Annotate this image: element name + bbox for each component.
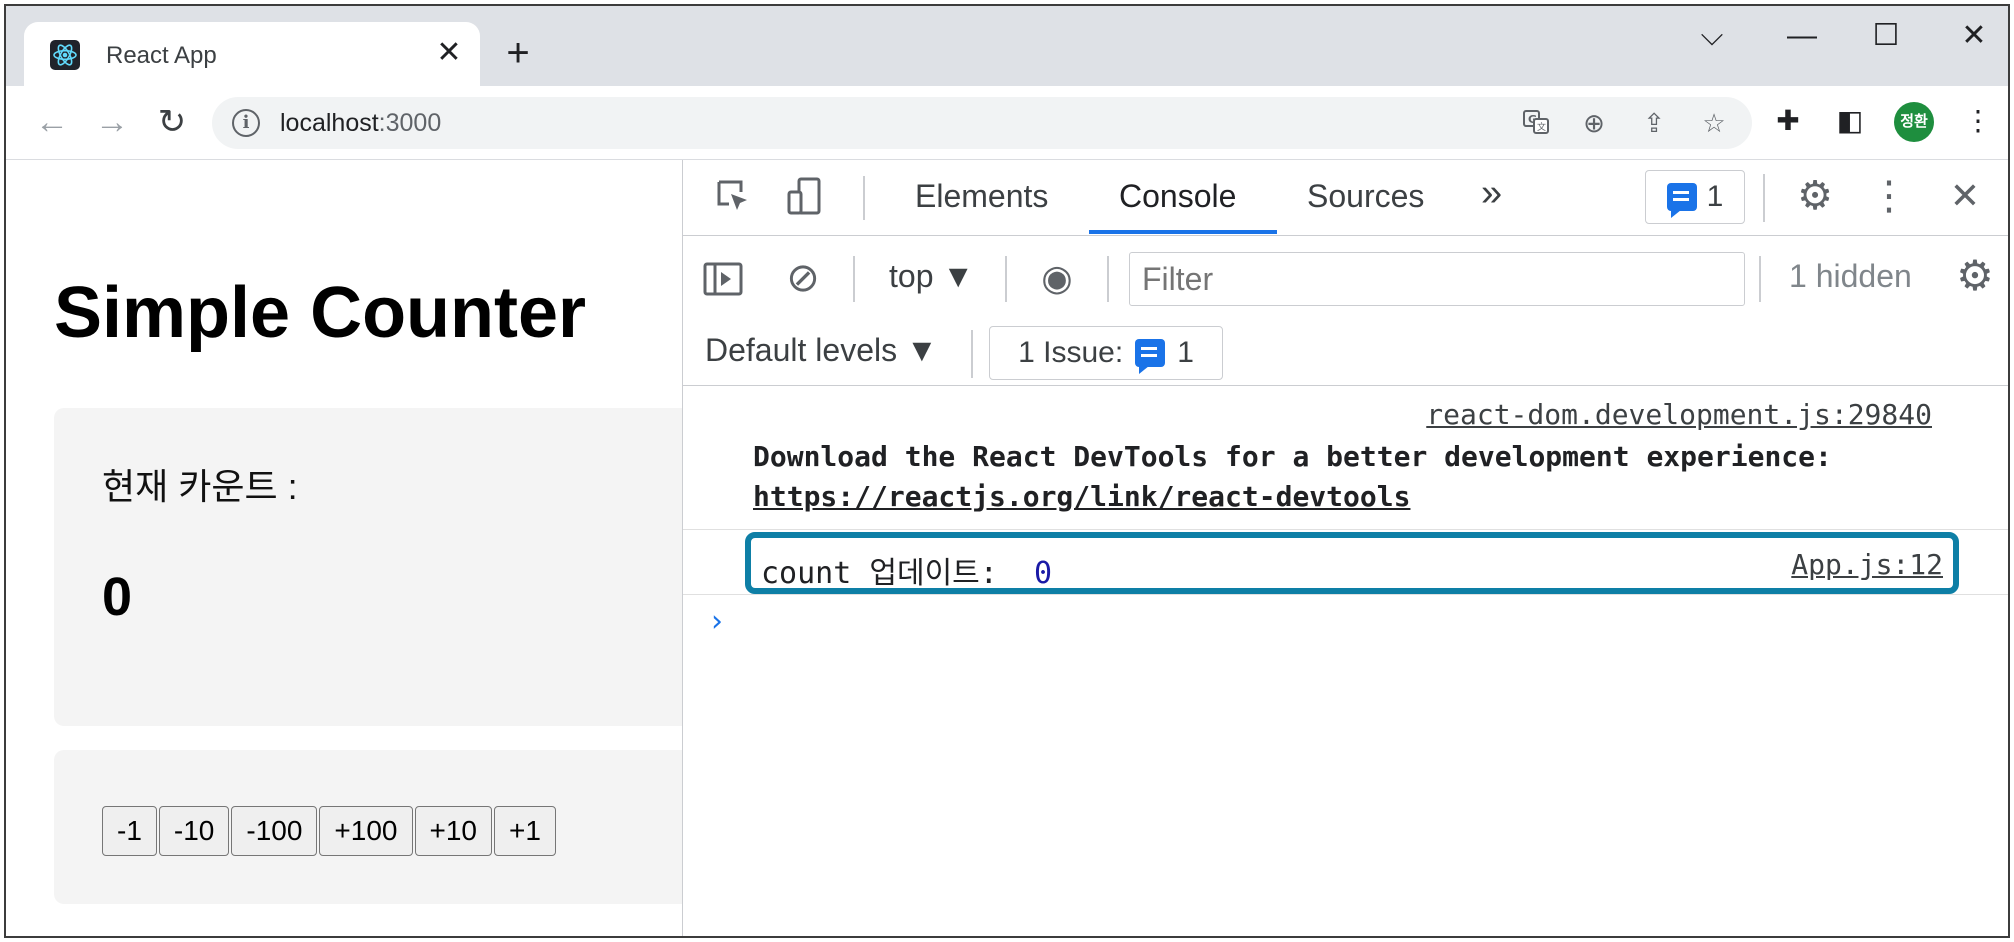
tab-separator [863,176,865,220]
console-prompt-icon[interactable]: › [711,604,723,639]
message-source-link[interactable]: App.js:12 [1791,548,1943,581]
tab-elements[interactable]: Elements [915,178,1048,215]
console-toolbar: ⊘ top ▼ ◉ 1 hidden ⚙ Default levels ▼ 1 … [683,236,2008,386]
console-message-devtools-hint: react-dom.development.js:29840 Download … [683,386,2008,530]
tab-search-icon[interactable]: ⌵ [1682,16,1742,56]
toolbar-separator [853,256,855,302]
close-window-button[interactable]: ✕ [1944,16,2004,56]
minus-10-button[interactable]: -10 [158,806,230,856]
tab-sources[interactable]: Sources [1307,178,1424,215]
count-label: 현재 카운트 : [102,466,298,507]
console-sidebar-icon[interactable] [701,258,745,302]
toolbar-separator [1005,256,1007,302]
more-tabs-icon[interactable]: » [1481,172,1502,215]
count-card: 현재 카운트 : 0 [54,408,694,726]
tab-close-icon[interactable]: ✕ [432,36,466,70]
browser-tab-react-app[interactable]: React App ✕ [24,22,480,86]
buttons-card: -1 -10 -100 +100 +10 +1 [54,750,694,904]
plus-10-button[interactable]: +10 [414,806,492,856]
devtools-panel: Elements Console Sources » 1 ⚙ ⋮ ✕ ⊘ top… [682,160,2008,936]
side-panel-icon[interactable]: ◧ [1830,101,1870,141]
console-divider [683,594,2008,595]
plus-100-button[interactable]: +100 [319,806,413,856]
tab-title: React App [106,42,217,69]
minus-1-button[interactable]: -1 [102,806,157,856]
issue-chat-icon [1666,183,1697,218]
forward-button[interactable]: → [90,100,134,144]
zoom-icon[interactable]: ⊕ [1578,107,1610,139]
maximize-button[interactable]: ☐ [1856,16,1916,56]
minus-100-button[interactable]: -100 [231,806,318,856]
translate-icon[interactable]: G文 [1520,107,1552,139]
back-button[interactable]: ← [30,100,74,144]
message-text: count 업데이트: 0 [761,548,1052,592]
inspect-element-icon[interactable] [711,176,755,220]
message-value: 0 [1033,556,1053,591]
hidden-messages-count: 1 hidden [1789,258,1912,294]
message-label: count 업데이트: [761,556,998,591]
message-source-link[interactable]: react-dom.development.js:29840 [1426,398,1932,431]
react-logo-icon [50,40,80,70]
issues-count: 1 [1177,336,1194,369]
console-output: react-dom.development.js:29840 Download … [683,386,2008,936]
issues-badge-button[interactable]: 1 [1645,170,1745,224]
browser-window: React App ✕ + ⌵ — ☐ ✕ ← → ↻ i localhost:… [4,4,2010,938]
reload-button[interactable]: ↻ [150,100,194,144]
bookmark-star-icon[interactable]: ☆ [1698,107,1730,139]
browser-menu-icon[interactable]: ⋮ [1958,101,1998,141]
extensions-icon[interactable]: ✚ [1768,101,1808,141]
tab-separator [1763,174,1765,222]
message-text: Download the React DevTools for a better… [753,440,1832,473]
page-viewport: Simple Counter 현재 카운트 : 0 -1 -10 -100 +1… [6,160,694,936]
console-message-count-update: count 업데이트: 0 App.js:12 [745,532,1959,594]
page-title: Simple Counter [54,273,587,353]
toolbar-separator [971,330,973,378]
browser-toolbar: ← → ↻ i localhost:3000 G文 ⊕ ⇪ ☆ ✚ ◧ 정환 ⋮ [6,86,2008,160]
device-toolbar-icon[interactable] [783,176,827,220]
clear-console-icon[interactable]: ⊘ [781,256,825,300]
count-value: 0 [102,567,133,627]
svg-text:文: 文 [1537,121,1546,133]
minimize-button[interactable]: — [1772,16,1832,56]
plus-1-button[interactable]: +1 [494,806,556,856]
issue-chat-icon [1135,339,1166,374]
profile-avatar[interactable]: 정환 [1894,102,1934,142]
url-port: :3000 [378,109,442,137]
tab-strip: React App ✕ + ⌵ — ☐ ✕ [6,6,2008,86]
address-bar[interactable]: i localhost:3000 G文 ⊕ ⇪ ☆ [212,97,1752,149]
issues-badge-count: 1 [1706,180,1724,213]
active-tab-indicator [1089,230,1277,234]
toolbar-separator [1759,256,1761,302]
context-selector[interactable]: top ▼ [889,258,974,295]
live-expression-eye-icon[interactable]: ◉ [1035,256,1079,300]
new-tab-button[interactable]: + [498,33,538,74]
devtools-menu-icon[interactable]: ⋮ [1867,174,1911,218]
address-url[interactable]: localhost:3000 [280,109,441,138]
url-host: localhost [280,109,379,137]
issues-label: 1 Issue: [1018,336,1124,369]
devtools-download-link[interactable]: https://reactjs.org/link/react-devtools [753,480,1410,513]
console-settings-gear-icon[interactable]: ⚙ [1953,254,1997,298]
counter-button-row: -1 -10 -100 +100 +10 +1 [102,806,556,856]
devtools-tab-bar: Elements Console Sources » 1 ⚙ ⋮ ✕ [683,160,2008,236]
close-devtools-icon[interactable]: ✕ [1943,174,1987,218]
share-icon[interactable]: ⇪ [1638,107,1670,139]
tab-console[interactable]: Console [1119,178,1236,215]
site-info-icon[interactable]: i [232,109,260,137]
toolbar-separator [1107,256,1109,302]
settings-gear-icon[interactable]: ⚙ [1793,174,1837,218]
log-levels-dropdown[interactable]: Default levels ▼ [705,332,938,369]
issues-button[interactable]: 1 Issue: 1 [989,326,1223,380]
console-filter-input[interactable] [1129,252,1745,306]
